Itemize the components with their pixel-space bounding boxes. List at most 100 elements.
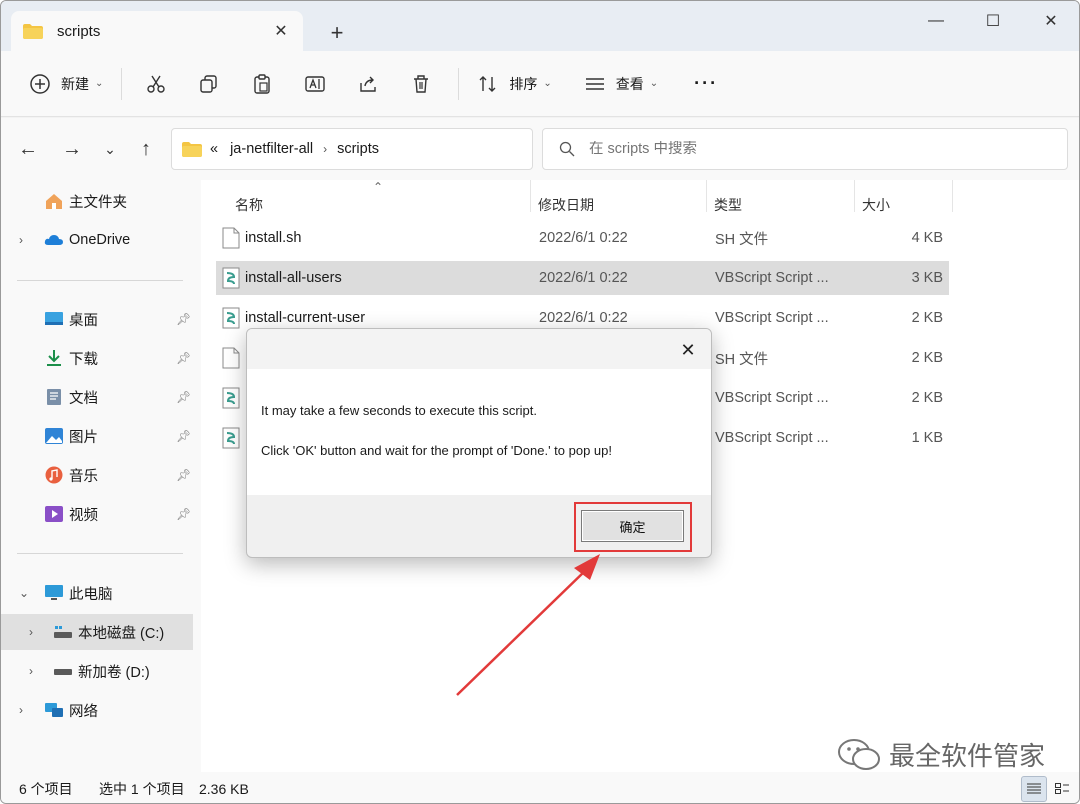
chevron-down-icon[interactable]: ⌄ [19, 586, 29, 600]
rename-icon [305, 75, 326, 92]
column-separator[interactable] [952, 180, 953, 212]
vbscript-file-icon [222, 267, 240, 289]
view-label: 查看 [615, 75, 644, 92]
sidebar-item-pictures[interactable]: 图片 📌︎ [1, 418, 193, 454]
column-separator[interactable] [530, 180, 531, 212]
sidebar-item-documents[interactable]: 文档 📌︎ [1, 379, 193, 415]
cut-button[interactable] [134, 66, 178, 102]
sort-button[interactable]: 排序 ⌄ [471, 66, 557, 102]
wechat-icon [838, 738, 880, 770]
close-window-button[interactable]: ✕ [1022, 1, 1079, 41]
file-date: 2022/6/1 0:22 [539, 230, 628, 246]
sidebar-item-desktop[interactable]: 桌面 📌︎ [1, 301, 193, 337]
delete-button[interactable] [399, 66, 443, 102]
sidebar-item-drive-c[interactable]: › 本地磁盘 (C:) [1, 614, 193, 650]
column-header-size[interactable]: 大小 [862, 190, 890, 220]
breadcrumb-ja-netfilter-all[interactable]: ja-netfilter-all [230, 141, 313, 157]
file-name: install-all-users [245, 270, 342, 286]
view-button[interactable]: 查看 ⌄ [578, 66, 664, 102]
breadcrumb-scripts[interactable]: scripts [337, 141, 379, 157]
chevron-right-icon[interactable]: › [19, 233, 23, 247]
tab-scripts[interactable]: scripts ✕ [11, 11, 303, 51]
rename-button[interactable] [293, 66, 337, 102]
breadcrumb-overflow[interactable]: « [210, 141, 218, 157]
file-explorer-window: scripts ✕ + — ☐ ✕ 新建 ⌄ 排序 ⌄ 查看 ⌄ ··· ← →… [0, 0, 1080, 804]
recent-locations-chevron-icon[interactable]: ⌄ [95, 134, 125, 164]
copy-button[interactable] [187, 66, 231, 102]
watermark-text: 最全软件管家 [889, 741, 1046, 771]
file-type: VBScript Script ... [715, 430, 829, 446]
minimize-button[interactable]: — [907, 1, 965, 41]
sidebar-item-onedrive[interactable]: › OneDrive [1, 222, 193, 258]
sidebar-item-downloads[interactable]: 下载 📌︎ [1, 340, 193, 376]
trash-icon [414, 74, 429, 93]
pin-icon: 📌︎ [176, 429, 192, 443]
chevron-right-icon[interactable]: › [29, 625, 33, 639]
dialog-message-line1: It may take a few seconds to execute thi… [261, 403, 538, 418]
sidebar-item-videos[interactable]: 视频 📌︎ [1, 496, 193, 532]
column-separator[interactable] [854, 180, 855, 212]
address-bar[interactable]: « ja-netfilter-all › scripts ⌄ ↻ [171, 128, 683, 170]
pin-icon: 📌︎ [176, 312, 192, 326]
sort-label: 排序 [509, 75, 538, 92]
tiles-view-icon [1055, 783, 1069, 794]
pin-icon: 📌︎ [176, 351, 192, 365]
sidebar-item-network[interactable]: › 网络 [1, 692, 193, 728]
sort-ascending-icon: ⌃ [373, 180, 384, 194]
pin-icon: 📌︎ [176, 468, 192, 482]
vbscript-file-icon [222, 427, 240, 449]
dialog-close-icon[interactable]: ✕ [675, 337, 701, 363]
maximize-button[interactable]: ☐ [964, 1, 1022, 41]
sidebar-item-drive-d[interactable]: › 新加卷 (D:) [1, 653, 193, 689]
column-header-name[interactable]: 名称 [235, 190, 263, 220]
details-view-button[interactable] [1021, 776, 1047, 802]
sidebar-label: OneDrive [69, 232, 131, 248]
column-separator[interactable] [706, 180, 707, 212]
sidebar-item-home[interactable]: 主文件夹 [1, 183, 193, 219]
document-icon [47, 389, 61, 405]
view-list-icon [585, 77, 604, 90]
address-row: ← → ⌄ ↑ « ja-netfilter-all › scripts ⌄ ↻ [1, 118, 1079, 180]
new-button[interactable]: 新建 ⌄ [23, 66, 109, 102]
video-icon [45, 506, 63, 522]
search-box[interactable] [542, 128, 1068, 170]
tiles-view-button[interactable] [1049, 776, 1075, 802]
search-input[interactable] [589, 141, 1009, 157]
paste-button[interactable] [240, 66, 284, 102]
sidebar-item-this-pc[interactable]: ⌄ 此电脑 [1, 575, 193, 611]
file-date: 2022/6/1 0:22 [539, 310, 628, 326]
back-arrow-icon[interactable]: ← [13, 134, 43, 164]
file-size: 3 KB [911, 270, 943, 286]
new-tab-button[interactable]: + [323, 19, 351, 47]
chevron-down-icon: ⌄ [543, 78, 552, 89]
chevron-right-icon[interactable]: › [29, 664, 33, 678]
search-icon [559, 141, 575, 157]
file-row-selected[interactable]: install-all-users 2022/6/1 0:22 VBScript… [216, 261, 949, 295]
navigation-pane: 主文件夹 › OneDrive 桌面 📌︎ 下载 📌︎ 文档 📌︎ 图片 📌︎ [1, 180, 201, 772]
file-type: VBScript Script ... [715, 390, 829, 406]
sidebar-divider [17, 553, 183, 554]
tab-title: scripts [57, 22, 101, 40]
file-size: 2 KB [911, 310, 943, 326]
cloud-icon [44, 235, 63, 245]
message-dialog: ✕ It may take a few seconds to execute t… [246, 328, 712, 558]
text-file-icon [222, 227, 240, 249]
selection-size: 2.36 KB [199, 780, 249, 797]
column-header-type[interactable]: 类型 [714, 190, 742, 220]
forward-arrow-icon[interactable]: → [57, 134, 87, 164]
home-icon [46, 194, 62, 209]
title-bar: scripts ✕ + — ☐ ✕ [1, 1, 1079, 51]
download-icon [47, 350, 61, 366]
share-button[interactable] [346, 66, 390, 102]
ok-button[interactable]: 确定 [581, 510, 684, 542]
up-arrow-icon[interactable]: ↑ [131, 134, 161, 164]
more-options-button[interactable]: ··· [688, 66, 724, 102]
file-row[interactable]: install.sh 2022/6/1 0:22 SH 文件 4 KB [216, 221, 949, 255]
column-header-date[interactable]: 修改日期 [538, 190, 594, 220]
computer-icon [45, 585, 63, 600]
pin-icon: 📌︎ [176, 390, 192, 404]
drive-icon [54, 626, 72, 638]
sidebar-item-music[interactable]: 音乐 📌︎ [1, 457, 193, 493]
chevron-right-icon[interactable]: › [19, 703, 23, 717]
tab-close-icon[interactable]: ✕ [271, 21, 291, 41]
